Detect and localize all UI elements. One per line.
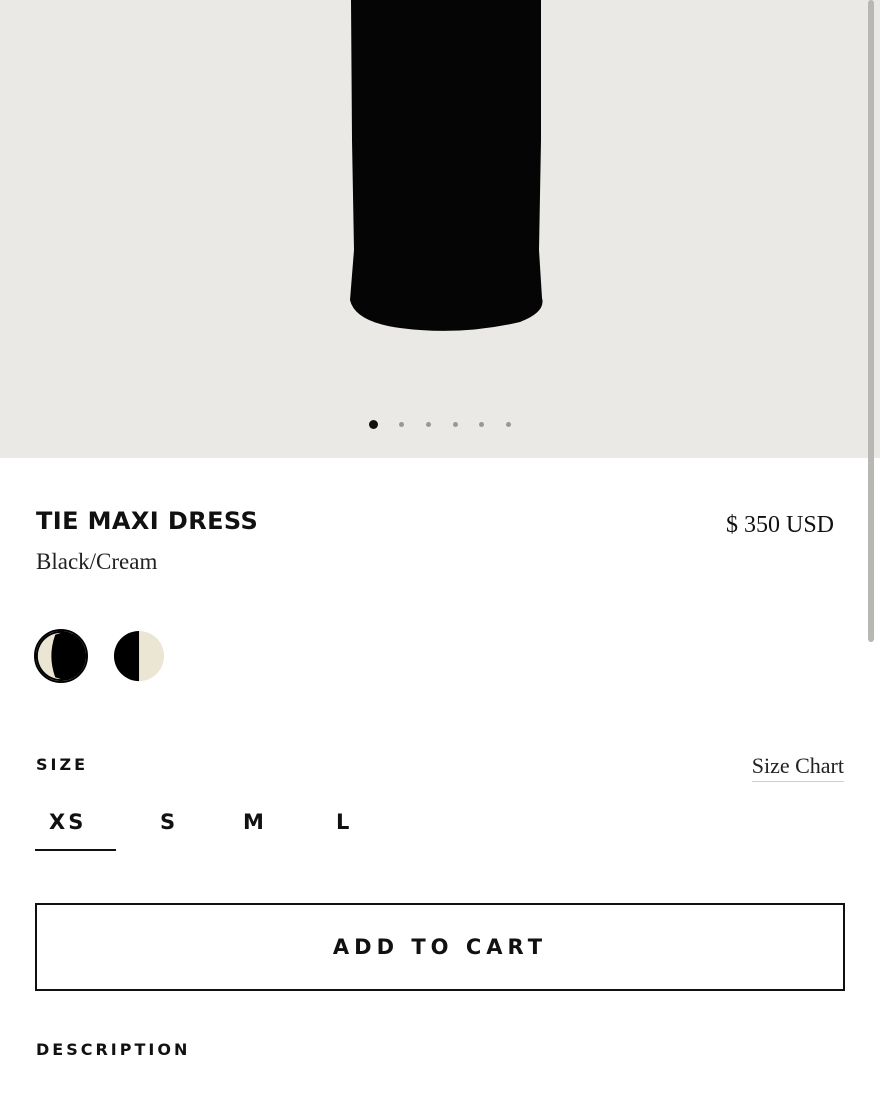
size-option-s[interactable]: S [160,810,178,834]
carousel-dot[interactable] [426,422,431,427]
product-image-gallery[interactable] [0,0,880,458]
dress-silhouette [350,0,543,331]
carousel-dot[interactable] [479,422,484,427]
product-variant: Black/Cream [36,549,158,574]
scrollbar[interactable] [868,0,874,642]
size-option-xs[interactable]: XS [49,810,86,834]
carousel-dot[interactable] [453,422,458,427]
size-chart-link[interactable]: Size Chart [751,753,844,782]
carousel-dot[interactable] [506,422,511,427]
size-option-m[interactable]: M [243,810,267,834]
product-price: $ 350 USD [725,512,834,538]
product-title: TIE MAXI DRESS [36,507,259,535]
size-label: SIZE [36,755,89,774]
add-to-cart-button[interactable]: ADD TO CART [35,903,845,991]
carousel-dots [0,417,880,431]
carousel-dot[interactable] [399,422,404,427]
description-heading[interactable]: DESCRIPTION [36,1040,190,1059]
product-image [350,0,543,331]
selected-size-indicator [35,849,116,851]
color-swatch-black-cream[interactable] [34,629,88,683]
carousel-dot[interactable] [369,420,378,429]
size-option-l[interactable]: L [336,810,352,834]
add-to-cart-label: ADD TO CART [332,935,548,959]
color-swatch-cream-black[interactable] [113,630,167,684]
